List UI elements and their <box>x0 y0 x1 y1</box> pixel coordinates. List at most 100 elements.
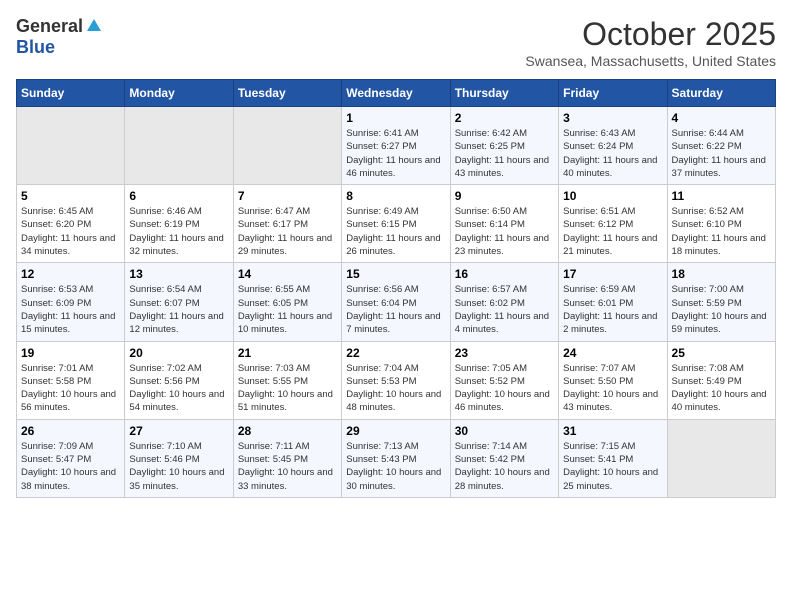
week-row: 12 Sunrise: 6:53 AMSunset: 6:09 PMDayligh… <box>17 263 776 341</box>
day-cell: 5 Sunrise: 6:45 AMSunset: 6:20 PMDaylight… <box>17 185 125 263</box>
day-cell: 16 Sunrise: 6:57 AMSunset: 6:02 PMDayligh… <box>450 263 558 341</box>
day-number: 16 <box>455 267 554 281</box>
day-number: 17 <box>563 267 662 281</box>
day-number: 7 <box>238 189 337 203</box>
day-info: Sunrise: 6:46 AMSunset: 6:19 PMDaylight:… <box>129 205 228 258</box>
day-number: 4 <box>672 111 771 125</box>
day-number: 27 <box>129 424 228 438</box>
day-info: Sunrise: 7:05 AMSunset: 5:52 PMDaylight:… <box>455 362 554 415</box>
day-cell: 19 Sunrise: 7:01 AMSunset: 5:58 PMDayligh… <box>17 341 125 419</box>
day-cell: 7 Sunrise: 6:47 AMSunset: 6:17 PMDaylight… <box>233 185 341 263</box>
logo: General Blue <box>16 16 103 58</box>
day-info: Sunrise: 6:43 AMSunset: 6:24 PMDaylight:… <box>563 127 662 180</box>
day-cell: 17 Sunrise: 6:59 AMSunset: 6:01 PMDayligh… <box>559 263 667 341</box>
day-info: Sunrise: 6:42 AMSunset: 6:25 PMDaylight:… <box>455 127 554 180</box>
day-number: 26 <box>21 424 120 438</box>
day-cell: 22Sunrise: 7:04 AMSunset: 5:53 PMDayligh… <box>342 341 450 419</box>
week-row: 26Sunrise: 7:09 AMSunset: 5:47 PMDayligh… <box>17 419 776 497</box>
day-info: Sunrise: 7:13 AMSunset: 5:43 PMDaylight:… <box>346 440 445 493</box>
week-row: 1Sunrise: 6:41 AMSunset: 6:27 PMDaylight… <box>17 107 776 185</box>
day-number: 2 <box>455 111 554 125</box>
calendar-table: SundayMondayTuesdayWednesdayThursdayFrid… <box>16 79 776 498</box>
header-cell-friday: Friday <box>559 80 667 107</box>
day-number: 1 <box>346 111 445 125</box>
day-info: Sunrise: 6:55 AMSunset: 6:05 PMDaylight:… <box>238 283 337 336</box>
day-info: Sunrise: 7:03 AMSunset: 5:55 PMDaylight:… <box>238 362 337 415</box>
day-cell: 15 Sunrise: 6:56 AMSunset: 6:04 PMDayligh… <box>342 263 450 341</box>
day-info: Sunrise: 6:54 AMSunset: 6:07 PMDaylight:… <box>129 283 228 336</box>
day-number: 15 <box>346 267 445 281</box>
day-number: 29 <box>346 424 445 438</box>
day-info: Sunrise: 6:57 AMSunset: 6:02 PMDaylight:… <box>455 283 554 336</box>
week-row: 19 Sunrise: 7:01 AMSunset: 5:58 PMDayligh… <box>17 341 776 419</box>
day-cell: 12 Sunrise: 6:53 AMSunset: 6:09 PMDayligh… <box>17 263 125 341</box>
day-cell: 29 Sunrise: 7:13 AMSunset: 5:43 PMDayligh… <box>342 419 450 497</box>
day-cell: 4Sunrise: 6:44 AMSunset: 6:22 PMDaylight… <box>667 107 775 185</box>
day-info: Sunrise: 7:01 AMSunset: 5:58 PMDaylight:… <box>21 362 120 415</box>
day-cell: 25 Sunrise: 7:08 AMSunset: 5:49 PMDayligh… <box>667 341 775 419</box>
month-title: October 2025 <box>525 16 776 53</box>
header-cell-saturday: Saturday <box>667 80 775 107</box>
day-info: Sunrise: 6:52 AMSunset: 6:10 PMDaylight:… <box>672 205 771 258</box>
day-info: Sunrise: 6:49 AMSunset: 6:15 PMDaylight:… <box>346 205 445 258</box>
header-cell-wednesday: Wednesday <box>342 80 450 107</box>
header-cell-tuesday: Tuesday <box>233 80 341 107</box>
day-cell: 21 Sunrise: 7:03 AMSunset: 5:55 PMDayligh… <box>233 341 341 419</box>
day-cell: 26Sunrise: 7:09 AMSunset: 5:47 PMDayligh… <box>17 419 125 497</box>
day-number: 8 <box>346 189 445 203</box>
day-cell: 8 Sunrise: 6:49 AMSunset: 6:15 PMDaylight… <box>342 185 450 263</box>
day-info: Sunrise: 6:56 AMSunset: 6:04 PMDaylight:… <box>346 283 445 336</box>
day-number: 25 <box>672 346 771 360</box>
day-number: 23 <box>455 346 554 360</box>
header-cell-sunday: Sunday <box>17 80 125 107</box>
day-number: 14 <box>238 267 337 281</box>
day-cell: 24 Sunrise: 7:07 AMSunset: 5:50 PMDayligh… <box>559 341 667 419</box>
day-number: 31 <box>563 424 662 438</box>
day-info: Sunrise: 6:51 AMSunset: 6:12 PMDaylight:… <box>563 205 662 258</box>
day-cell: 14 Sunrise: 6:55 AMSunset: 6:05 PMDayligh… <box>233 263 341 341</box>
day-cell: 10 Sunrise: 6:51 AMSunset: 6:12 PMDayligh… <box>559 185 667 263</box>
day-cell: 27 Sunrise: 7:10 AMSunset: 5:46 PMDayligh… <box>125 419 233 497</box>
day-number: 22 <box>346 346 445 360</box>
week-row: 5 Sunrise: 6:45 AMSunset: 6:20 PMDaylight… <box>17 185 776 263</box>
day-cell <box>233 107 341 185</box>
day-number: 10 <box>563 189 662 203</box>
day-number: 12 <box>21 267 120 281</box>
day-info: Sunrise: 7:10 AMSunset: 5:46 PMDaylight:… <box>129 440 228 493</box>
day-info: Sunrise: 7:08 AMSunset: 5:49 PMDaylight:… <box>672 362 771 415</box>
day-cell: 18 Sunrise: 7:00 AMSunset: 5:59 PMDayligh… <box>667 263 775 341</box>
day-cell: 3Sunrise: 6:43 AMSunset: 6:24 PMDaylight… <box>559 107 667 185</box>
page-header: General Blue October 2025 Swansea, Massa… <box>16 16 776 69</box>
day-cell: 30Sunrise: 7:14 AMSunset: 5:42 PMDayligh… <box>450 419 558 497</box>
header-cell-thursday: Thursday <box>450 80 558 107</box>
day-info: Sunrise: 6:50 AMSunset: 6:14 PMDaylight:… <box>455 205 554 258</box>
day-number: 18 <box>672 267 771 281</box>
day-cell: 13 Sunrise: 6:54 AMSunset: 6:07 PMDayligh… <box>125 263 233 341</box>
day-info: Sunrise: 6:53 AMSunset: 6:09 PMDaylight:… <box>21 283 120 336</box>
title-block: October 2025 Swansea, Massachusetts, Uni… <box>525 16 776 69</box>
day-info: Sunrise: 7:14 AMSunset: 5:42 PMDaylight:… <box>455 440 554 493</box>
day-info: Sunrise: 6:47 AMSunset: 6:17 PMDaylight:… <box>238 205 337 258</box>
day-cell <box>667 419 775 497</box>
day-info: Sunrise: 7:07 AMSunset: 5:50 PMDaylight:… <box>563 362 662 415</box>
day-number: 6 <box>129 189 228 203</box>
day-number: 19 <box>21 346 120 360</box>
day-number: 13 <box>129 267 228 281</box>
logo-blue-text: Blue <box>16 37 55 58</box>
day-number: 20 <box>129 346 228 360</box>
day-cell: 23 Sunrise: 7:05 AMSunset: 5:52 PMDayligh… <box>450 341 558 419</box>
day-info: Sunrise: 6:59 AMSunset: 6:01 PMDaylight:… <box>563 283 662 336</box>
day-cell: 20Sunrise: 7:02 AMSunset: 5:56 PMDayligh… <box>125 341 233 419</box>
day-number: 5 <box>21 189 120 203</box>
day-number: 21 <box>238 346 337 360</box>
day-number: 24 <box>563 346 662 360</box>
day-cell: 31Sunrise: 7:15 AMSunset: 5:41 PMDayligh… <box>559 419 667 497</box>
header-cell-monday: Monday <box>125 80 233 107</box>
day-info: Sunrise: 7:00 AMSunset: 5:59 PMDaylight:… <box>672 283 771 336</box>
day-info: Sunrise: 6:45 AMSunset: 6:20 PMDaylight:… <box>21 205 120 258</box>
logo-general-text: General <box>16 16 83 37</box>
day-cell: 2 Sunrise: 6:42 AMSunset: 6:25 PMDaylight… <box>450 107 558 185</box>
day-cell: 1Sunrise: 6:41 AMSunset: 6:27 PMDaylight… <box>342 107 450 185</box>
header-row: SundayMondayTuesdayWednesdayThursdayFrid… <box>17 80 776 107</box>
day-cell: 9Sunrise: 6:50 AMSunset: 6:14 PMDaylight… <box>450 185 558 263</box>
